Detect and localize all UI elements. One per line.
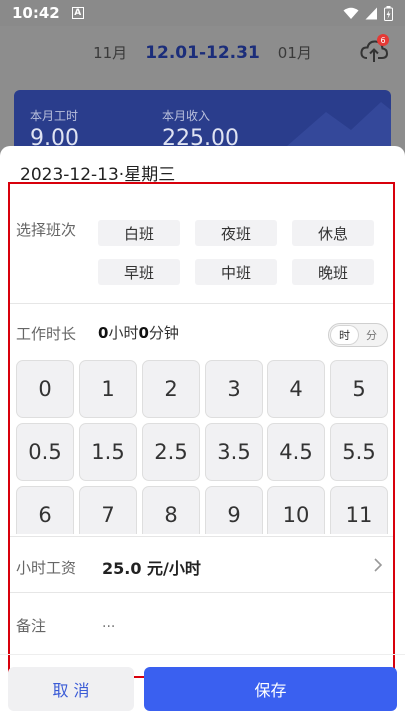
wifi-icon — [343, 7, 359, 19]
notification-a-icon: A — [71, 7, 84, 19]
status-bar: 10:42 A — [0, 0, 405, 26]
key-10[interactable]: 10 — [267, 486, 325, 534]
status-icons — [343, 5, 393, 21]
key-5-5[interactable]: 5.5 — [330, 423, 388, 481]
signal-icon — [365, 7, 377, 19]
chevron-right-icon[interactable] — [372, 556, 384, 574]
duration-minutes: 0 — [138, 324, 149, 342]
key-4[interactable]: 4 — [267, 360, 325, 418]
month-navigator: 11月 12.01-12.31 01月 — [0, 42, 405, 63]
key-4-5[interactable]: 4.5 — [267, 423, 325, 481]
divider — [10, 592, 393, 593]
save-button[interactable]: 保存 — [144, 667, 397, 711]
shift-night-button[interactable]: 夜班 — [195, 220, 277, 246]
key-1[interactable]: 1 — [79, 360, 137, 418]
key-7[interactable]: 7 — [79, 486, 137, 534]
footer-divider — [0, 654, 405, 655]
prev-month-button[interactable]: 11月 — [93, 42, 127, 63]
key-8[interactable]: 8 — [142, 486, 200, 534]
monthly-income-label: 本月收入 — [162, 109, 211, 123]
cancel-button[interactable]: 取 消 — [8, 667, 134, 711]
hourly-wage-label: 小时工资 — [16, 559, 77, 577]
status-time: 10:42 — [12, 4, 60, 22]
key-11[interactable]: 11 — [330, 486, 388, 534]
duration-minutes-unit: 分钟 — [148, 324, 179, 342]
toggle-hour-option[interactable]: 时 — [331, 326, 358, 344]
hourly-wage-value[interactable]: 25.0 元/小时 — [102, 555, 201, 579]
background-header: 11月 12.01-12.31 01月 6 本月工时 9.00 本月收入 225… — [0, 26, 405, 160]
toggle-minute-option[interactable]: 分 — [358, 326, 385, 344]
duration-keypad: 0 1 2 3 4 5 0.5 1.5 2.5 3.5 4.5 5.5 6 7 … — [16, 360, 388, 534]
key-2-5[interactable]: 2.5 — [142, 423, 200, 481]
shift-early-button[interactable]: 早班 — [98, 259, 180, 285]
shift-day-button[interactable]: 白班 — [98, 220, 180, 246]
note-label: 备注 — [16, 617, 47, 635]
next-month-button[interactable]: 01月 — [278, 42, 312, 63]
key-3[interactable]: 3 — [205, 360, 263, 418]
shift-late-button[interactable]: 晚班 — [292, 259, 374, 285]
shift-middle-button[interactable]: 中班 — [195, 259, 277, 285]
shift-label: 选择班次 — [16, 221, 77, 239]
record-sheet: 2023-12-13·星期三 选择班次 白班 夜班 休息 早班 中班 晚班 工作… — [0, 146, 405, 720]
unit-toggle[interactable]: 时 分 — [328, 323, 388, 347]
battery-icon — [384, 5, 393, 21]
key-1-5[interactable]: 1.5 — [79, 423, 137, 481]
key-2[interactable]: 2 — [142, 360, 200, 418]
duration-hours: 0 — [98, 324, 109, 342]
current-month-range: 12.01-12.31 — [145, 42, 260, 63]
duration-label: 工作时长 — [16, 325, 77, 343]
shift-rest-button[interactable]: 休息 — [292, 220, 374, 246]
key-5[interactable]: 5 — [330, 360, 388, 418]
key-3-5[interactable]: 3.5 — [205, 423, 263, 481]
key-6[interactable]: 6 — [16, 486, 74, 534]
duration-value: 0小时0分钟 — [98, 322, 179, 343]
divider — [10, 303, 393, 304]
note-input[interactable] — [102, 610, 372, 636]
monthly-hours-label: 本月工时 — [30, 109, 79, 123]
duration-hours-unit: 小时 — [108, 324, 139, 342]
divider — [10, 536, 393, 537]
key-9[interactable]: 9 — [205, 486, 263, 534]
key-0-5[interactable]: 0.5 — [16, 423, 74, 481]
key-0[interactable]: 0 — [16, 360, 74, 418]
cloud-badge: 6 — [377, 34, 389, 46]
